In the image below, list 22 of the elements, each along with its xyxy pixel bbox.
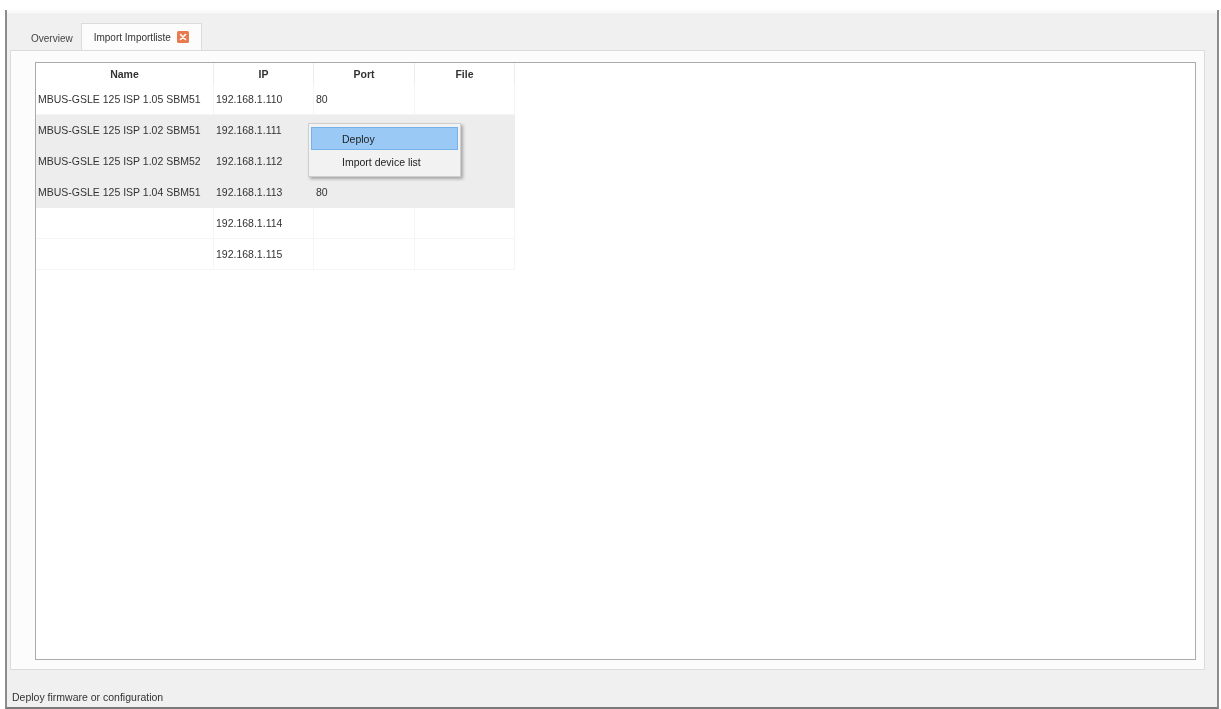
table-cell: 192.168.1.114 — [214, 208, 314, 239]
table-cell-text: MBUS-GSLE 125 ISP 1.02 SBM52 — [37, 154, 202, 169]
table-cell-text: 192.168.1.113 — [215, 185, 284, 200]
tab[interactable]: Overview — [25, 26, 79, 50]
status-text: Deploy firmware or configuration — [12, 691, 164, 703]
table-row[interactable]: 192.168.1.114 — [36, 208, 515, 239]
column-header[interactable]: Name — [36, 63, 214, 84]
table-row[interactable]: MBUS-GSLE 125 ISP 1.04 SBM51 192.168.1.113 80 — [36, 177, 515, 208]
table-cell-text: 80 — [315, 185, 329, 200]
table-cell-text: MBUS-GSLE 125 ISP 1.04 SBM51 — [37, 185, 202, 200]
column-header[interactable]: IP — [214, 63, 314, 84]
table-cell: 192.168.1.115 — [214, 239, 314, 270]
table-cell-text: 192.168.1.112 — [215, 154, 284, 169]
table-row[interactable]: 192.168.1.115 — [36, 239, 515, 270]
table-cell-text: MBUS-GSLE 125 ISP 1.02 SBM51 — [37, 123, 202, 138]
close-icon[interactable] — [176, 31, 189, 43]
table-cell-text: 192.168.1.111 — [215, 123, 283, 138]
column-header[interactable]: Port — [314, 63, 415, 84]
menu-item[interactable]: Deploy — [311, 127, 458, 150]
menu-item[interactable]: Import device list — [311, 150, 458, 173]
column-header[interactable]: File — [415, 63, 515, 84]
tab[interactable]: Import Importliste — [80, 23, 202, 50]
